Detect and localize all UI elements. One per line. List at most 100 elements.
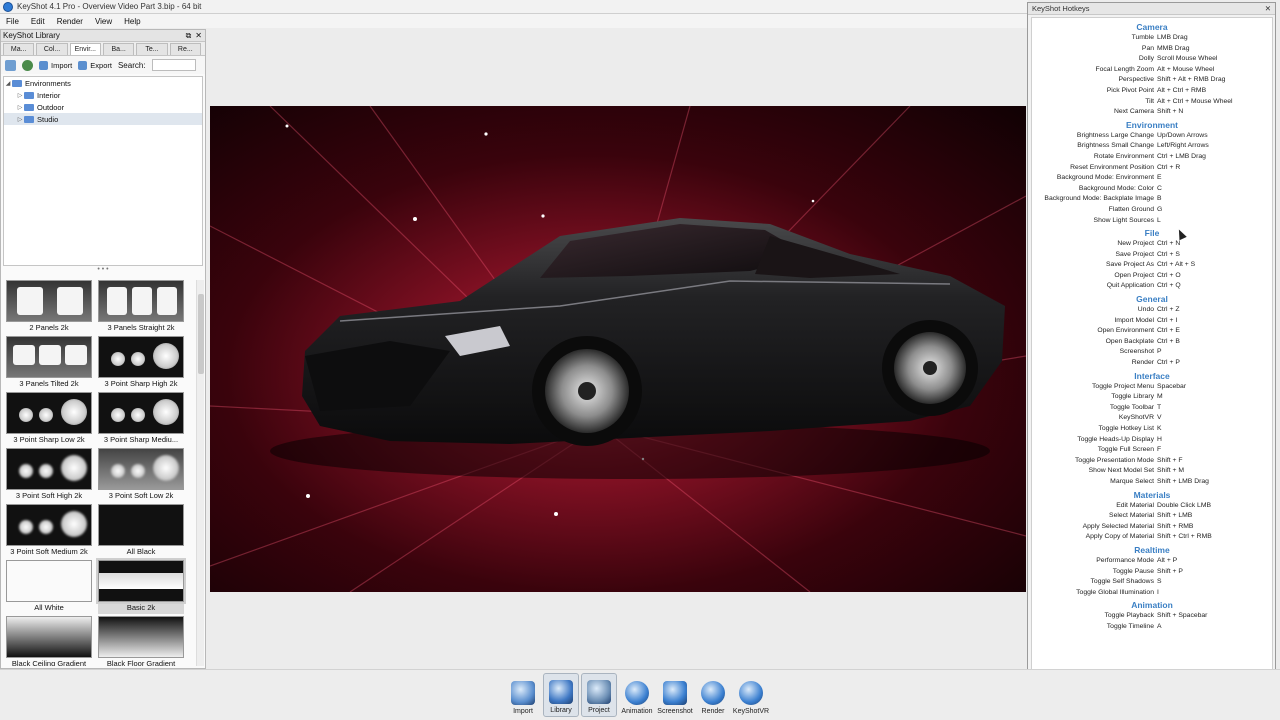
hotkey-row: Toggle Hotkey List K (1032, 424, 1272, 435)
project-icon (587, 680, 611, 704)
search-input[interactable] (151, 59, 196, 71)
hotkey-action: Focal Length Zoom (1095, 65, 1154, 73)
environment-thumbnail[interactable]: All White (5, 560, 93, 616)
hotkey-action: Open Environment (1097, 327, 1154, 335)
hotkey-section-title: Materials (1133, 489, 1171, 500)
tab-materials[interactable]: Ma... (3, 43, 35, 55)
hotkey-action: Screenshot (1119, 348, 1154, 356)
import-button[interactable]: Import (505, 673, 541, 717)
hotkey-action: Performance Mode (1096, 556, 1154, 564)
hotkey-shortcut: B (1157, 195, 1162, 203)
tab-textures[interactable]: Te... (136, 43, 168, 55)
expand-arrow-icon[interactable]: ▷ (16, 104, 24, 111)
float-panel-icon[interactable]: ⧉ (186, 31, 192, 41)
folder-icon (12, 79, 22, 87)
menu-render[interactable]: Render (51, 17, 89, 26)
hotkey-action: Dolly (1138, 55, 1154, 63)
close-panel-icon[interactable]: ✕ (195, 31, 202, 41)
folder-icon (24, 103, 34, 111)
hotkey-row: Quit Application Ctrl + Q (1032, 281, 1272, 292)
expand-arrow-icon[interactable]: ▷ (16, 116, 24, 123)
hotkey-shortcut: P (1157, 348, 1162, 356)
environment-thumbnail[interactable]: 2 Panels 2k (5, 280, 93, 336)
hotkey-shortcut: E (1157, 174, 1162, 182)
environment-thumbnail[interactable]: Basic 2k (96, 558, 186, 616)
animation-button[interactable]: Animation (619, 673, 655, 717)
tab-colors[interactable]: Col... (36, 43, 68, 55)
hotkey-shortcut: Double Click LMB (1157, 501, 1212, 509)
hotkey-row: Toggle Timeline A (1032, 622, 1272, 633)
library-tabs: Ma... Col... Envir... Ba... Te... Re... (1, 42, 205, 56)
refresh-icon[interactable] (22, 59, 33, 71)
keyshotvr-button[interactable]: KeyShotVR (733, 673, 769, 717)
export-label: Export (90, 60, 112, 70)
tab-backplates[interactable]: Ba... (102, 43, 135, 55)
export-button[interactable]: Export (78, 60, 112, 70)
screenshot-button[interactable]: Screenshot (657, 673, 693, 717)
environment-thumbnail[interactable]: 3 Point Sharp Low 2k (5, 392, 93, 448)
hotkey-row: Render Ctrl + P (1032, 358, 1272, 369)
keyshot-logo-icon (3, 1, 13, 12)
tab-renderings[interactable]: Re... (169, 43, 201, 55)
environment-thumbnail[interactable]: Black Floor Gradient (97, 616, 185, 666)
hotkey-action: Toggle Playback (1104, 612, 1155, 620)
hotkey-row: Show Light Sources L (1032, 216, 1272, 227)
scrollbar-thumb[interactable] (198, 294, 204, 374)
hotkey-row: Screenshot P (1032, 347, 1272, 358)
hotkey-shortcut: S (1157, 578, 1162, 586)
hotkey-shortcut: Ctrl + I (1157, 316, 1178, 324)
hotkey-row: Toggle Presentation Mode Shift + F (1032, 456, 1272, 467)
hotkey-action: Toggle Timeline (1106, 622, 1154, 630)
environment-thumbnail[interactable]: All Black (97, 504, 185, 560)
environment-thumbnail-label: 3 Panels Tilted 2k (19, 379, 79, 388)
environment-thumbnail[interactable]: 3 Panels Tilted 2k (5, 336, 93, 392)
library-icon (549, 680, 573, 704)
environment-thumbnail[interactable]: 3 Point Soft High 2k (5, 448, 93, 504)
folder-icon (24, 91, 34, 99)
hotkey-row: Background Mode: Environment E (1032, 173, 1272, 184)
hotkey-action: Flatten Ground (1108, 205, 1154, 213)
tree-item-outdoor[interactable]: ▷ Outdoor (4, 101, 202, 113)
panel-splitter[interactable]: • • • (1, 266, 205, 273)
render-viewport[interactable] (210, 106, 1026, 592)
hotkey-shortcut: Shift + P (1157, 567, 1183, 575)
environment-thumbnail[interactable]: 3 Point Soft Medium 2k (5, 504, 93, 560)
close-icon[interactable]: ✕ (1265, 4, 1271, 13)
hotkey-shortcut: Ctrl + P (1157, 359, 1180, 367)
hotkey-shortcut: Ctrl + B (1157, 337, 1180, 345)
tree-item-interior[interactable]: ▷ Interior (4, 89, 202, 101)
project-button[interactable]: Project (581, 673, 617, 717)
add-folder-icon[interactable] (5, 59, 16, 71)
environment-thumbnail[interactable]: 3 Point Sharp Mediu... (97, 392, 185, 448)
menu-help[interactable]: Help (118, 17, 146, 26)
environment-thumbnail[interactable]: 3 Panels Straight 2k (97, 280, 185, 336)
environment-thumbnail[interactable]: Black Ceiling Gradient (5, 616, 93, 666)
hotkey-action: Background Mode: Color (1078, 184, 1154, 192)
hotkey-action: Undo (1137, 306, 1154, 314)
thumbnails-scrollbar[interactable] (196, 280, 204, 666)
hotkey-action: Apply Copy of Material (1085, 533, 1154, 541)
environment-thumbnail[interactable]: 3 Point Soft Low 2k (97, 448, 185, 504)
collapse-arrow-icon[interactable]: ◢ (4, 80, 12, 87)
environment-thumbnail[interactable]: 3 Point Sharp High 2k (97, 336, 185, 392)
expand-arrow-icon[interactable]: ▷ (16, 92, 24, 99)
menu-edit[interactable]: Edit (25, 17, 51, 26)
import-button[interactable]: Import (39, 60, 72, 70)
menu-file[interactable]: File (0, 17, 25, 26)
search-label: Search: (117, 60, 146, 70)
tab-environments[interactable]: Envir... (69, 43, 101, 55)
hotkey-action: Marque Select (1110, 477, 1154, 485)
render-button[interactable]: Render (695, 673, 731, 717)
hotkey-row: Open Project Ctrl + O (1032, 271, 1272, 282)
environment-tree: ◢ Environments ▷ Interior ▷ Outdoor ▷ St… (3, 76, 203, 266)
menu-view[interactable]: View (89, 17, 118, 26)
hotkey-row: Show Next Model Set Shift + M (1032, 466, 1272, 477)
environment-preview-image (6, 448, 92, 490)
tree-item-environments[interactable]: ◢ Environments (4, 77, 202, 89)
tree-item-studio[interactable]: ▷ Studio (4, 113, 202, 125)
library-button[interactable]: Library (543, 673, 579, 717)
bottom-toolbar: Import Library Project Animation Screenshot R… (0, 669, 1280, 720)
hotkey-shortcut: Ctrl + E (1157, 327, 1180, 335)
environment-thumbnail-label: 3 Point Sharp High 2k (104, 379, 178, 388)
hotkey-action: Toggle Project Menu (1092, 382, 1154, 390)
